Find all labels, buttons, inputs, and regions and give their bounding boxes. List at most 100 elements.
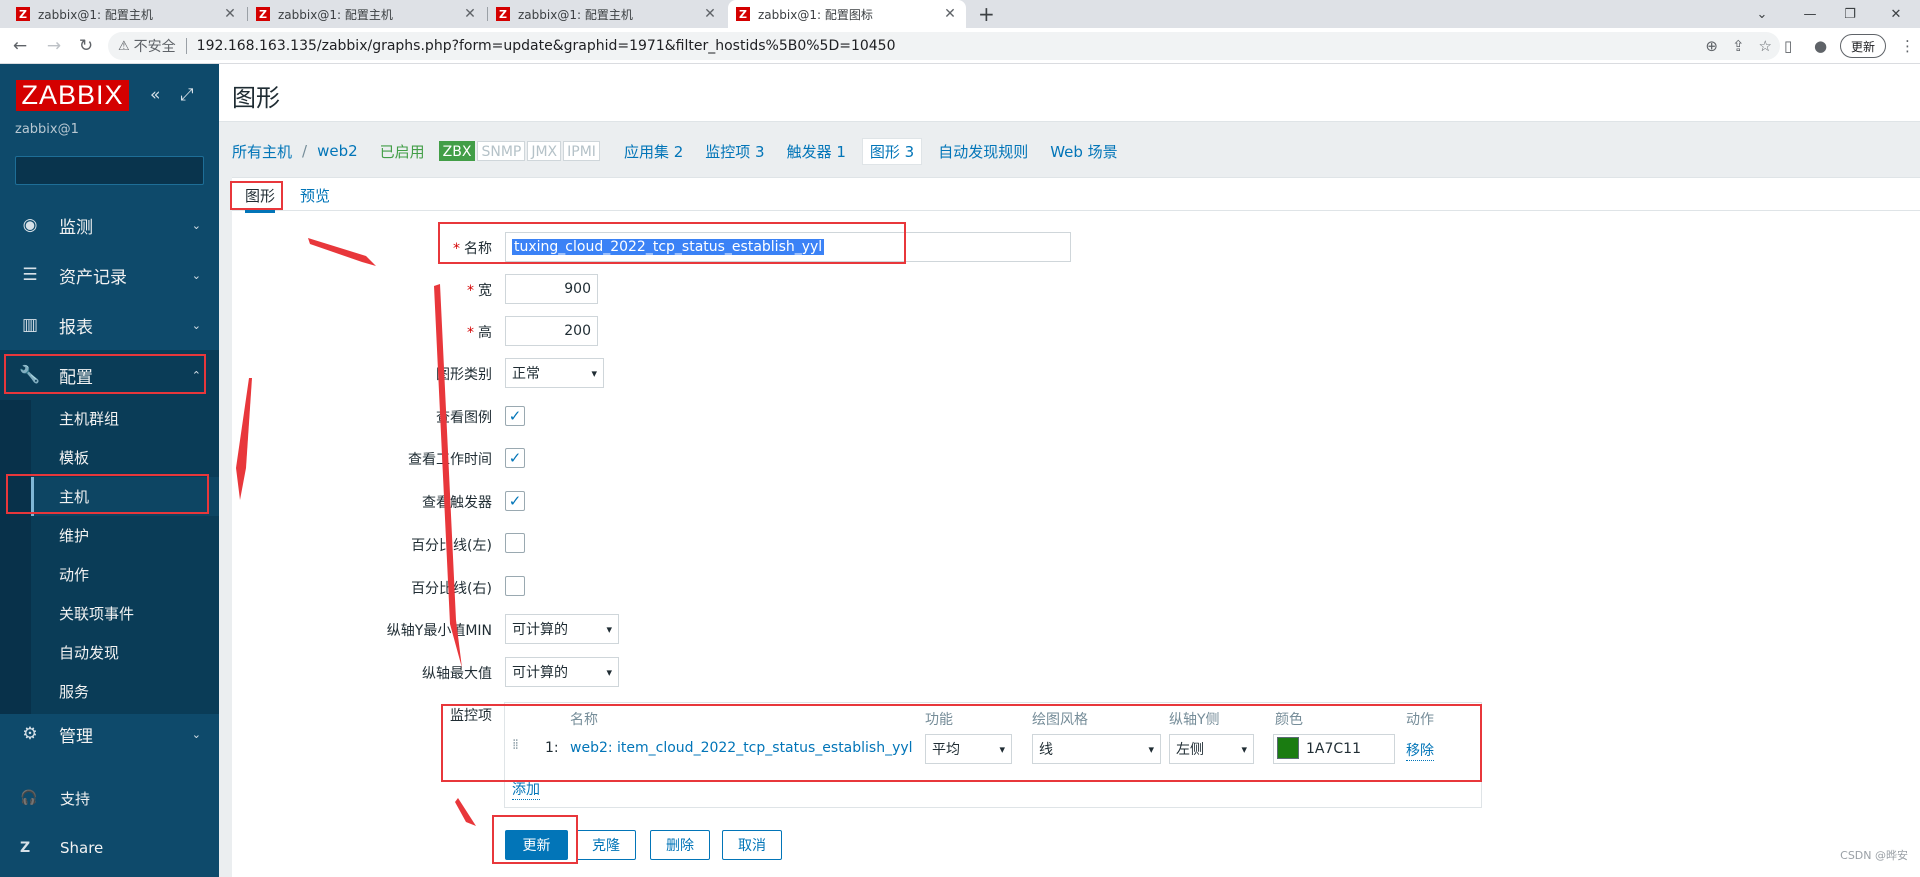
headset-icon: 🎧 (20, 790, 38, 806)
menu-item-label: 报表 (59, 317, 93, 338)
zabbix-favicon-icon: Z (16, 7, 30, 21)
add-item-link[interactable]: 添加 (512, 779, 540, 800)
kiosk-mode-icon[interactable]: ⤢ (180, 85, 194, 105)
submenu-rail (0, 400, 31, 714)
clone-button[interactable]: 克隆 (576, 830, 636, 860)
submenu-item-templates[interactable]: 模板 (31, 438, 219, 477)
browser-tab[interactable]: Z zabbix@1: 配置主机 ✕ (8, 0, 246, 28)
cancel-button[interactable]: 取消 (722, 830, 782, 860)
show-worktime-checkbox[interactable]: ✓ (505, 448, 525, 468)
highlight-name (438, 222, 906, 264)
chevron-down-icon: ⌄ (191, 268, 201, 282)
percentile-right-checkbox[interactable] (505, 576, 525, 596)
submenu-item-actions[interactable]: 动作 (31, 555, 219, 594)
chevron-down-icon: ⌄ (191, 218, 201, 232)
host-nav-graphs[interactable]: 图形 3 (861, 137, 923, 165)
browser-tab[interactable]: Z zabbix@1: 配置主机 ✕ (248, 0, 486, 28)
show-triggers-checkbox[interactable]: ✓ (505, 491, 525, 511)
browser-tab-active[interactable]: Z zabbix@1: 配置图标 ✕ (728, 0, 966, 28)
graph-width-input[interactable]: 900 (505, 274, 598, 304)
submenu-item-discovery[interactable]: 自动发现 (31, 633, 219, 672)
chevron-down-icon: ▾ (606, 622, 612, 636)
delete-button[interactable]: 删除 (650, 830, 710, 860)
address-toolbar: ← → ↻ ⚠ 不安全 192.168.163.135/zabbix/graph… (0, 28, 1920, 64)
page-header (219, 64, 1920, 122)
chevron-down-icon: ▾ (606, 665, 612, 679)
highlight-items (441, 704, 1482, 782)
share-label: Share (60, 839, 104, 857)
ymin-label: 纵轴Y最小值MIN (386, 623, 492, 639)
zabbix-logo[interactable]: ZABBIX (16, 80, 129, 111)
sidebar-support-link[interactable]: 🎧 支持 (0, 778, 219, 818)
bookmark-star-icon[interactable]: ☆ (1759, 37, 1772, 55)
sidepanel-icon[interactable]: ▯ (1784, 34, 1792, 58)
bar-chart-icon: ▥ (21, 315, 39, 335)
host-status: 已启用 (379, 142, 425, 161)
browser-tab-title: zabbix@1: 配置主机 (518, 7, 633, 22)
collapse-sidebar-icon[interactable]: « (150, 85, 160, 105)
new-tab-icon[interactable]: + (978, 2, 995, 26)
close-tab-icon[interactable]: ✕ (942, 6, 958, 22)
host-nav-web[interactable]: Web 场景 (1050, 141, 1117, 162)
height-label: * 高 (467, 325, 492, 341)
show-legend-label: 查看图例 (436, 410, 492, 426)
highlight-hosts (6, 474, 209, 514)
percentile-left-checkbox[interactable] (505, 533, 525, 553)
ymin-type-select[interactable]: 可计算的 ▾ (505, 614, 619, 644)
zabbix-favicon-icon: Z (256, 7, 270, 21)
browser-tab-title: zabbix@1: 配置图标 (758, 7, 873, 22)
menu-item-monitoring[interactable]: ◉ 监测 ⌄ (0, 200, 219, 250)
url-text[interactable]: 192.168.163.135/zabbix/graphs.php?form=u… (197, 38, 896, 54)
ymax-type-select[interactable]: 可计算的 ▾ (505, 657, 619, 687)
ipmi-badge: IPMI (563, 141, 600, 161)
width-label: * 宽 (467, 283, 492, 299)
browser-tab[interactable]: Z zabbix@1: 配置主机 ✕ (488, 0, 726, 28)
share-z-icon: Z (20, 840, 31, 856)
submenu-item-maintenance[interactable]: 维护 (31, 516, 219, 555)
close-tab-icon[interactable]: ✕ (462, 6, 478, 22)
host-nav-discovery[interactable]: 自动发现规则 (938, 141, 1028, 162)
omnibox-divider (185, 38, 187, 54)
share-icon[interactable]: ⇪ (1732, 37, 1745, 55)
host-nav-applications[interactable]: 应用集 2 (624, 141, 683, 162)
breadcrumb-host[interactable]: web2 (317, 142, 358, 160)
browser-tab-title: zabbix@1: 配置主机 (278, 7, 393, 22)
forward-icon[interactable]: → (42, 34, 66, 58)
close-tab-icon[interactable]: ✕ (702, 6, 718, 22)
more-menu-icon[interactable]: ⋮ (1900, 34, 1915, 58)
menu-item-label: 资产记录 (59, 267, 127, 288)
browser-update-button[interactable]: 更新 (1840, 34, 1887, 58)
back-icon[interactable]: ← (8, 34, 32, 58)
menu-item-reports[interactable]: ▥ 报表 ⌄ (0, 300, 219, 350)
submenu-item-hostgroups[interactable]: 主机群组 (31, 399, 219, 438)
browser-tab-title: zabbix@1: 配置主机 (38, 7, 153, 22)
host-navigation: 所有主机 / web2 已启用 ZBX SNMP JMX IPMI 应用集 2 … (232, 136, 1118, 166)
host-nav-items[interactable]: 监控项 3 (705, 141, 764, 162)
highlight-graph-tab (230, 181, 283, 210)
close-window-icon[interactable]: ✕ (1872, 0, 1920, 28)
graph-height-input[interactable]: 200 (505, 316, 598, 346)
host-nav-triggers[interactable]: 触发器 1 (787, 141, 846, 162)
support-label: 支持 (60, 789, 91, 808)
submenu-item-services[interactable]: 服务 (31, 672, 219, 711)
profile-icon[interactable]: ● (1814, 34, 1827, 58)
highlight-update (492, 815, 578, 864)
reload-icon[interactable]: ↻ (74, 34, 98, 58)
show-legend-checkbox[interactable]: ✓ (505, 406, 525, 426)
breadcrumb-all-hosts[interactable]: 所有主机 (232, 141, 292, 162)
menu-item-label: 监测 (59, 217, 93, 238)
sidebar-share-link[interactable]: Z Share (0, 828, 219, 868)
menu-item-inventory[interactable]: ☰ 资产记录 ⌄ (0, 250, 219, 300)
percentile-right-label: 百分比线(右) (411, 581, 492, 597)
gear-icon: ⚙ (22, 724, 38, 744)
tab-search-icon[interactable]: ⌄ (1738, 0, 1786, 28)
close-tab-icon[interactable]: ✕ (222, 6, 238, 22)
restore-icon[interactable]: ❐ (1826, 0, 1874, 28)
graph-type-select[interactable]: 正常 ▾ (505, 358, 604, 388)
zoom-icon[interactable]: ⊕ (1705, 37, 1718, 55)
omnibox[interactable]: ⚠ 不安全 192.168.163.135/zabbix/graphs.php?… (108, 32, 1780, 60)
menu-item-administration[interactable]: ⚙ 管理 ⌄ (0, 709, 219, 759)
submenu-item-correlation[interactable]: 关联项事件 (31, 594, 219, 633)
tab-preview[interactable]: 预览 (300, 185, 330, 206)
sidebar-search-input[interactable] (15, 156, 204, 185)
